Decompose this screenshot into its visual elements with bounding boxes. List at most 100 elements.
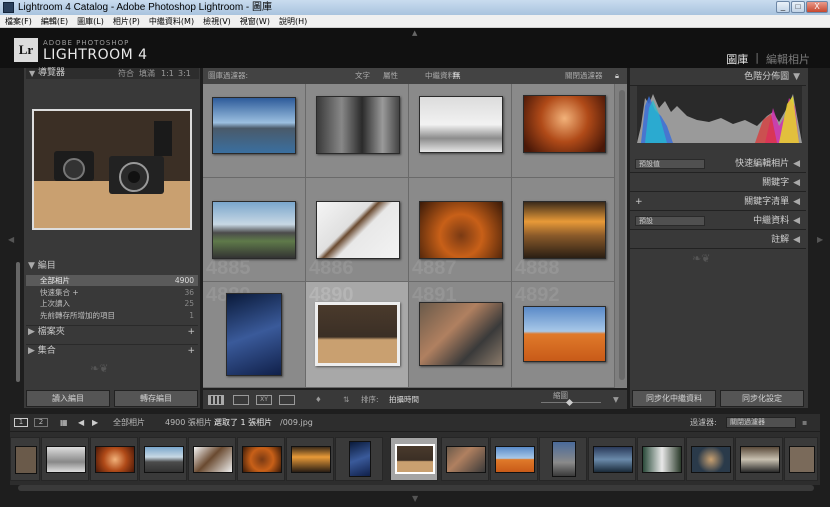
painter-icon[interactable]: ♦ [315,390,322,409]
folders-header[interactable]: ▶ 檔案夾 + [26,325,198,338]
filter-metadata[interactable]: 中繼資料 [425,68,455,84]
photo-thumbnail[interactable] [212,97,296,154]
filmstrip-thumbnail[interactable] [740,446,780,473]
catalog-item-all-photos[interactable]: 全部相片 4900 [26,275,198,286]
grid-cell[interactable]: 4891 [409,282,512,388]
window-2-button[interactable]: 2 [34,418,48,427]
photo-thumbnail[interactable] [523,201,606,259]
filmstrip-thumbnail[interactable] [46,446,86,473]
menu-view[interactable]: 檢視(V) [203,15,231,27]
filmstrip-cell[interactable] [237,437,285,481]
filter-text[interactable]: 文字 [355,68,370,84]
photo-thumbnail[interactable] [316,96,400,154]
filmstrip-thumbnail[interactable] [242,446,282,473]
grid-view-icon[interactable] [208,395,224,405]
filmstrip-cell[interactable] [637,437,685,481]
filmstrip-cell[interactable] [784,437,818,481]
photo-thumbnail[interactable] [419,201,503,259]
grid-cell[interactable]: 4885 [203,178,306,282]
sync-settings-button[interactable]: 同步化設定 [720,390,804,407]
zoom-fit[interactable]: 符合 [118,68,134,79]
grid-scrollbar[interactable] [619,90,625,380]
keywording-header[interactable]: 關鍵字 ◀ [630,174,806,192]
filmstrip-cell[interactable] [335,437,383,481]
top-panel-toggle-icon[interactable]: ▲ [412,29,417,37]
minimize-button[interactable]: _ [776,1,790,13]
bottom-panel-toggle-icon[interactable]: ▼ [412,494,418,503]
survey-view-icon[interactable] [279,395,295,405]
filmstrip-thumbnail[interactable] [144,446,184,473]
filmstrip-cell[interactable] [90,437,138,481]
filmstrip-cell[interactable] [686,437,734,481]
keyword-list-header[interactable]: + 關鍵字清單 ◀ [630,193,806,211]
filmstrip-thumbnail[interactable] [593,446,633,473]
photo-thumbnail[interactable] [419,302,503,366]
toolbar-options-icon[interactable]: ▼ [613,390,619,409]
filmstrip-thumbnail[interactable] [349,441,371,477]
filmstrip-thumbnail[interactable] [789,446,815,473]
zoom-fill[interactable]: 填滿 [139,68,155,79]
filmstrip-cell[interactable] [490,437,538,481]
menu-help[interactable]: 說明(H) [279,15,307,27]
grid-icon[interactable]: ▦ [60,414,68,431]
filmstrip-source[interactable]: 全部相片 [113,414,145,431]
filmstrip-cell[interactable] [41,437,89,481]
filmstrip-thumbnail[interactable] [691,446,731,473]
catalog-header[interactable]: ▼ 編目 [26,260,198,273]
filmstrip-thumbnail[interactable] [193,446,233,473]
close-button[interactable]: X [806,1,828,13]
photo-thumbnail[interactable] [523,95,606,153]
left-panel-toggle-icon[interactable]: ◀ [8,235,14,244]
photo-thumbnail[interactable] [315,302,400,366]
collapse-triangle-icon[interactable]: ▼ [29,68,35,79]
filter-off-dropdown[interactable]: 關閉過濾器 [565,68,603,84]
catalog-item-previous-import[interactable]: 上次讀入 25 [26,298,198,309]
grid-cell[interactable] [306,84,409,178]
grid-cell[interactable] [409,84,512,178]
filmstrip-cell[interactable] [735,437,783,481]
filmstrip-thumbnail[interactable] [552,441,576,477]
filmstrip-cell[interactable] [441,437,489,481]
menu-window[interactable]: 視窗(W) [240,15,270,27]
filmstrip-cell[interactable] [588,437,636,481]
loupe-view-icon[interactable] [233,395,249,405]
filmstrip-thumbnail[interactable] [395,444,435,474]
maximize-button[interactable]: □ [791,1,805,13]
filmstrip-thumbnail[interactable] [642,446,682,473]
grid-cell[interactable]: 4886 [306,178,409,282]
module-develop[interactable]: 編輯相片 [766,51,810,67]
filmstrip-thumbnail[interactable] [291,446,331,473]
comments-header[interactable]: 註解 ◀ [630,231,806,249]
histogram-header[interactable]: 色階分佈圖 ▼ [630,68,806,86]
filter-switch-icon[interactable]: ▪ [802,414,807,431]
preset-dropdown[interactable]: 預設值 [635,159,705,169]
photo-thumbnail[interactable] [419,96,503,153]
menu-edit[interactable]: 編輯(E) [41,15,68,27]
sort-direction-icon[interactable]: ⇅ [343,390,349,409]
lock-icon[interactable]: 🔒︎ [615,68,619,84]
metadata-preset-dropdown[interactable]: 預設 [635,216,705,226]
collections-header[interactable]: ▶ 集合 + [26,344,198,357]
filmstrip-cell[interactable] [10,437,40,481]
grid-cell[interactable] [512,84,615,178]
module-library[interactable]: 圖庫 [726,51,748,67]
compare-view-icon[interactable]: XY [256,395,272,405]
filmstrip-cell[interactable] [286,437,334,481]
add-collection-icon[interactable]: + [187,345,195,358]
zoom-1-1[interactable]: 1:1 [161,68,174,79]
menu-photo[interactable]: 相片(P) [113,15,140,27]
filmstrip-thumbnail[interactable] [446,446,486,473]
filmstrip-scrollbar[interactable] [18,485,814,491]
filmstrip-thumbnail[interactable] [495,446,535,473]
zoom-3-1[interactable]: 3:1 [178,68,191,79]
filmstrip-cell[interactable] [188,437,236,481]
window-1-button[interactable]: 1 [14,418,28,427]
photo-thumbnail[interactable] [316,201,400,259]
menu-file[interactable]: 檔案(F) [5,15,32,27]
sort-dropdown[interactable]: 拍攝時間 [389,390,419,409]
grid-cell[interactable]: 4892 [512,282,615,388]
grid-cell[interactable] [203,84,306,178]
filmstrip-thumbnail[interactable] [15,446,37,474]
grid-cell[interactable]: 4889 [203,282,306,388]
filmstrip-filter-dropdown[interactable]: 關閉過濾器 [726,417,796,428]
